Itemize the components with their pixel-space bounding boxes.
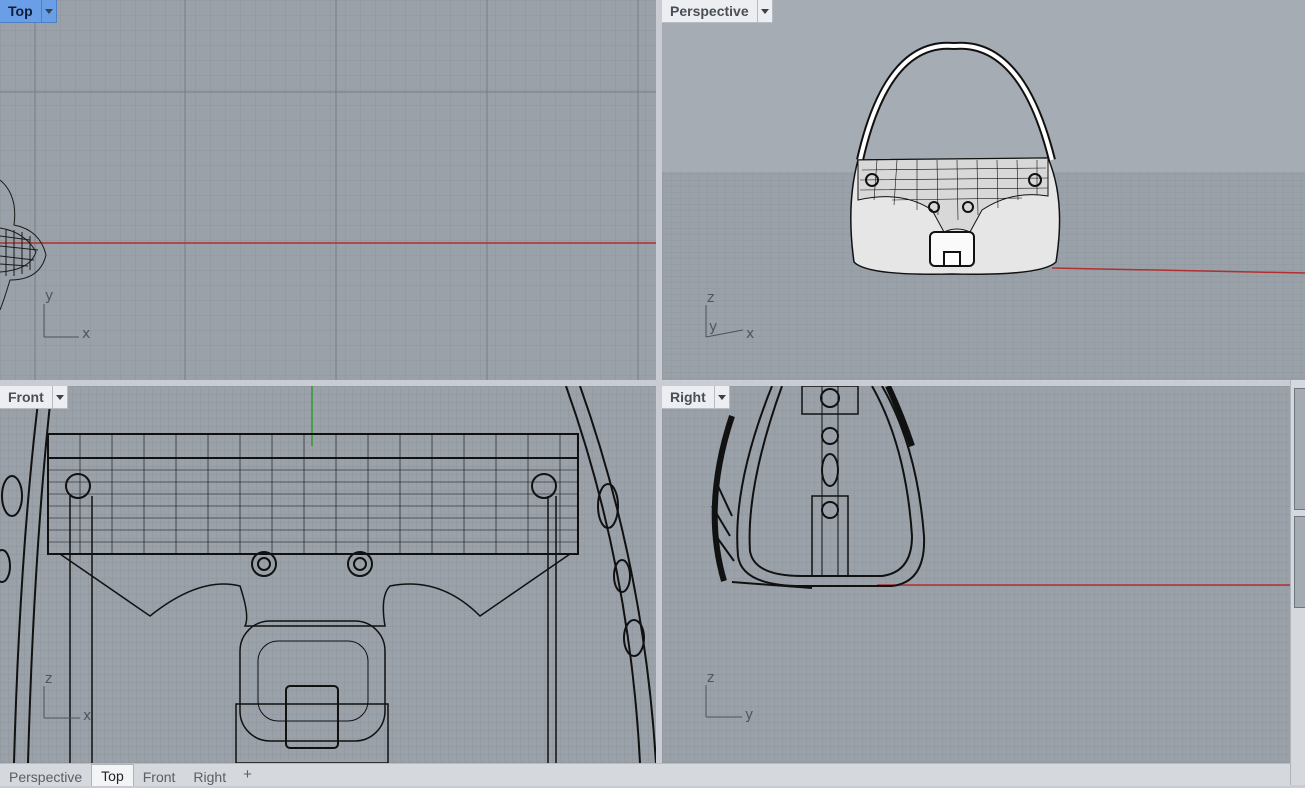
viewport-menu-right[interactable] (713, 386, 729, 408)
chevron-down-icon (717, 394, 726, 400)
top-axis-x-label: x (82, 326, 90, 342)
viewport-tab-bar: Perspective Top Front Right + (0, 763, 1290, 786)
right-scene: z y (662, 386, 1290, 763)
front-scene: z x (0, 386, 656, 763)
top-grid: y x (0, 0, 656, 380)
chevron-down-icon (55, 394, 64, 400)
viewport-perspective[interactable]: z y x Perspective (662, 0, 1305, 380)
viewport-tab-top[interactable]: Top (0, 0, 57, 23)
tab-right[interactable]: Right (184, 766, 235, 786)
side-thumbnail-panel (1290, 380, 1305, 785)
thumbnail-front[interactable] (1294, 516, 1305, 608)
perspective-axis-x-label: x (746, 326, 754, 342)
viewport-front[interactable]: z x Front (0, 386, 656, 763)
chevron-down-icon (760, 8, 769, 14)
right-axis-y-label: y (745, 707, 753, 723)
viewport-top[interactable]: y x Top (0, 0, 656, 380)
viewport-tab-right[interactable]: Right (662, 386, 730, 409)
viewport-menu-perspective[interactable] (756, 0, 772, 22)
viewport-title-right: Right (670, 389, 706, 405)
viewport-title-perspective: Perspective (670, 3, 749, 19)
viewport-menu-top[interactable] (40, 0, 56, 22)
right-axis-z-label: z (707, 670, 714, 686)
perspective-scene: z y x (662, 0, 1305, 380)
viewport-tab-front[interactable]: Front (0, 386, 68, 409)
top-axis-y-label: y (45, 288, 53, 304)
viewport-right[interactable]: z y Right (662, 386, 1290, 763)
perspective-axis-y-label: y (709, 319, 717, 335)
tab-top[interactable]: Top (91, 764, 134, 786)
viewport-title-top: Top (8, 3, 33, 19)
tab-perspective[interactable]: Perspective (0, 766, 91, 786)
plus-icon[interactable]: + (235, 764, 260, 786)
viewport-title-front: Front (8, 389, 44, 405)
thumbnail-top[interactable] (1294, 388, 1305, 510)
viewport-tab-perspective[interactable]: Perspective (662, 0, 773, 23)
tab-front[interactable]: Front (134, 766, 185, 786)
perspective-axis-z-label: z (707, 290, 714, 306)
front-axis-x-label: x (83, 708, 91, 724)
chevron-down-icon (44, 8, 53, 14)
front-axis-z-label: z (45, 671, 52, 687)
viewport-menu-front[interactable] (51, 386, 67, 408)
